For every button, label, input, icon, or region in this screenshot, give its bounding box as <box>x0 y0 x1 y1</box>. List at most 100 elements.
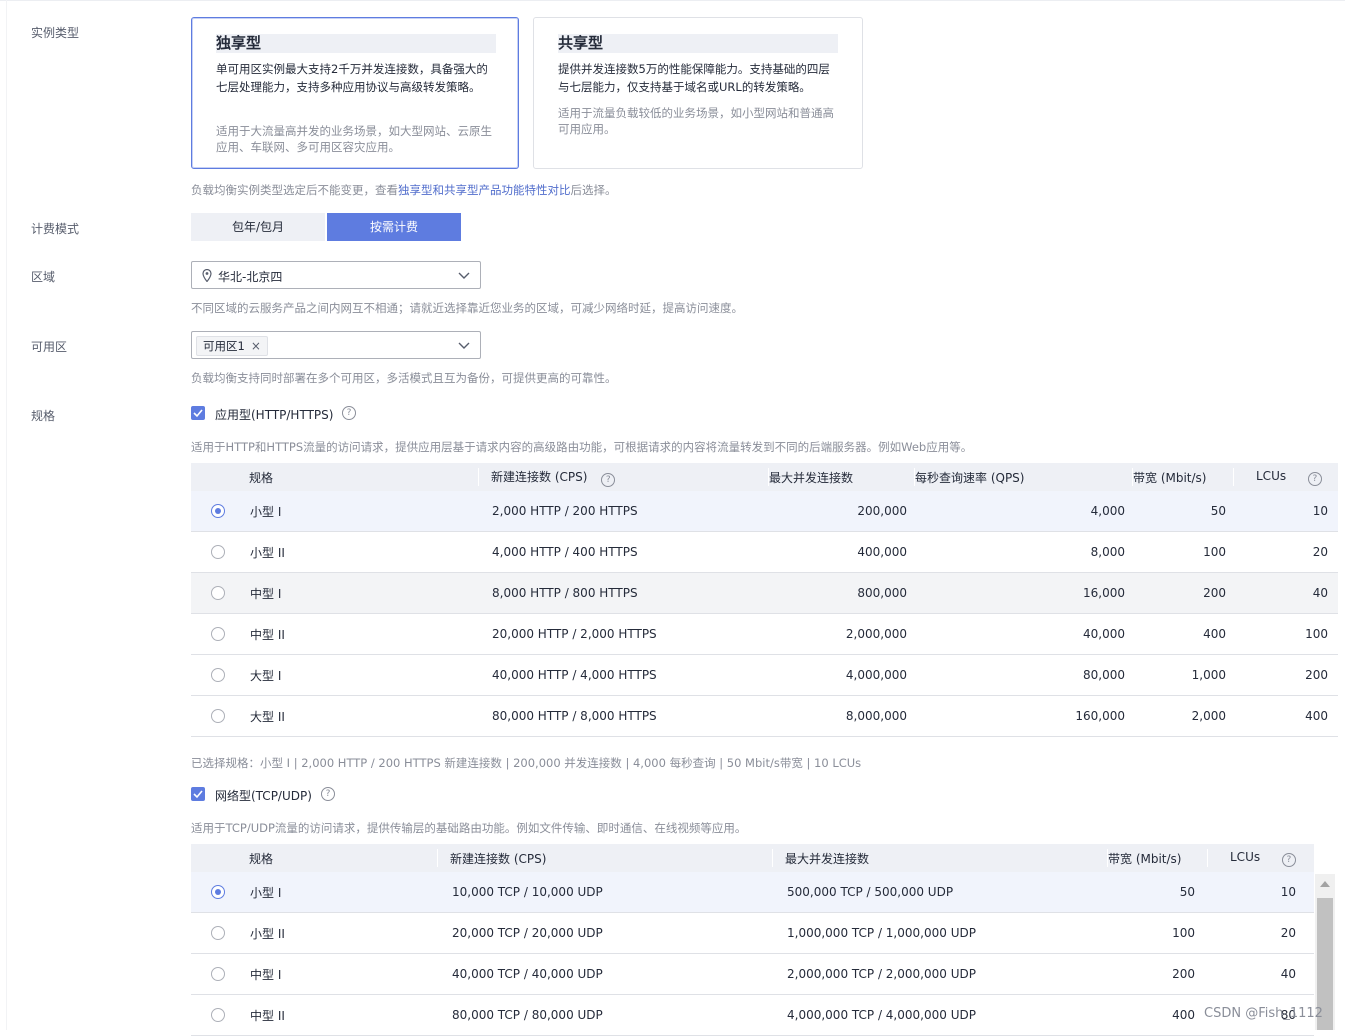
spec-name-cell: 大型 I <box>249 654 479 696</box>
table-row[interactable]: 中型 II 80,000 TCP / 80,000 UDP 4,000,000 TC… <box>191 994 1314 1036</box>
spec-radio[interactable] <box>211 709 225 724</box>
selected-spec-summary: 已选择规格：小型 I | 2,000 HTTP / 200 HTTPS 新建连接… <box>191 756 862 770</box>
net-spec-label: 网络型(TCP/UDP) <box>215 789 312 803</box>
close-icon[interactable]: × <box>251 339 261 353</box>
instance-type-hint: 负载均衡实例类型选定后不能变更，查看独享型和共享型产品功能特性对比后选择。 <box>191 182 617 198</box>
max-conn-cell: 2,000,000 <box>769 613 915 655</box>
card-desc: 提供并发连接数5万的性能保障能力。支持基础的四层与七层能力，仅支持基于域名或UR… <box>558 62 830 94</box>
bandwidth-cell: 1,000 <box>1133 654 1234 696</box>
app-spec-table: 规格 新建连接数 (CPS) ? 最大并发连接数 每秒查询速率 (QPS) 带宽… <box>191 463 1338 737</box>
table-header: 规格 <box>249 463 479 491</box>
spec-radio[interactable] <box>211 627 225 642</box>
check-icon <box>193 790 203 799</box>
qps-cell: 4,000 <box>915 491 1133 532</box>
table-row[interactable]: 小型 II 4,000 HTTP / 400 HTTPS 400,000 8,000 1… <box>191 531 1338 573</box>
cps-cell: 40,000 HTTP / 4,000 HTTPS <box>479 654 769 696</box>
table-row[interactable]: 中型 II 20,000 HTTP / 2,000 HTTPS 2,000,000 4… <box>191 613 1338 655</box>
table-header: LCUs ? <box>1234 463 1338 491</box>
header-label: 每秒查询速率 (QPS) <box>915 470 1025 485</box>
az-tag: 可用区1 × <box>196 336 268 356</box>
qps-cell: 8,000 <box>915 531 1133 573</box>
instance-card-dedicated[interactable]: 独享型 单可用区实例最大支持2千万并发连接数，具备强大的七层处理能力，支持多种应… <box>191 17 519 169</box>
max-conn-cell: 1,000,000 TCP / 1,000,000 UDP <box>773 912 1108 954</box>
table-row[interactable]: 小型 II 20,000 TCP / 20,000 UDP 1,000,000 TC… <box>191 912 1314 954</box>
row-radio-cell <box>191 572 249 614</box>
app-spec-desc: 适用于HTTP和HTTPS流量的访问请求，提供应用层基于请求内容的高级路由功能，… <box>191 440 973 454</box>
instance-card-shared[interactable]: 共享型 提供并发连接数5万的性能保障能力。支持基础的四层与七层能力，仅支持基于域… <box>533 17 863 169</box>
help-icon[interactable]: ? <box>601 473 616 487</box>
help-icon[interactable]: ? <box>342 406 356 420</box>
lcus-cell: 40 <box>1208 953 1314 995</box>
spec-radio[interactable] <box>211 926 225 941</box>
card-title: 独享型 <box>216 34 496 53</box>
region-hint: 不同区域的云服务产品之间内网互不相通；请就近选择靠近您业务的区域，可减少网络时延… <box>191 301 743 315</box>
lcus-cell: 10 <box>1208 872 1314 913</box>
billing-ondemand-button[interactable]: 按需计费 <box>327 213 461 241</box>
spec-name-cell: 小型 I <box>249 491 479 532</box>
qps-cell: 160,000 <box>915 695 1133 737</box>
header-label: 最大并发连接数 <box>785 851 870 866</box>
spec-radio[interactable] <box>211 668 225 683</box>
table-row[interactable]: 大型 I 40,000 HTTP / 4,000 HTTPS 4,000,000 80… <box>191 654 1338 696</box>
spec-name-cell: 大型 II <box>249 695 479 737</box>
billing-yearly-button[interactable]: 包年/包月 <box>191 213 325 241</box>
spec-name-cell: 中型 I <box>249 953 438 995</box>
bandwidth-cell: 200 <box>1108 953 1208 995</box>
max-conn-cell: 400,000 <box>769 531 915 573</box>
region-select[interactable]: 华北-北京四 <box>191 261 481 289</box>
header-label: 带宽 (Mbit/s) <box>1133 470 1207 485</box>
qps-cell: 40,000 <box>915 613 1133 655</box>
scroll-up-icon[interactable] <box>1320 881 1330 887</box>
spec-radio[interactable] <box>211 885 225 900</box>
cps-cell: 10,000 TCP / 10,000 UDP <box>438 872 773 913</box>
header-label: 规格 <box>249 851 274 866</box>
net-spec-table: 规格 新建连接数 (CPS) 最大并发连接数 带宽 (Mbit/s) LCUs … <box>191 844 1314 1036</box>
table-header-radio <box>191 463 249 491</box>
table-header: 新建连接数 (CPS) ? <box>479 463 769 491</box>
spec-radio[interactable] <box>211 967 225 982</box>
max-conn-cell: 4,000,000 TCP / 4,000,000 UDP <box>773 994 1108 1036</box>
table-header: 最大并发连接数 <box>769 463 915 491</box>
qps-cell: 16,000 <box>915 572 1133 614</box>
spec-name-cell: 小型 I <box>249 872 438 913</box>
row-radio-cell <box>191 953 249 995</box>
spec-name-cell: 小型 II <box>249 531 479 573</box>
row-radio-cell <box>191 531 249 573</box>
table-row[interactable]: 中型 I 8,000 HTTP / 800 HTTPS 800,000 16,000 2… <box>191 572 1338 614</box>
spec-radio[interactable] <box>211 586 225 601</box>
lcus-cell: 100 <box>1234 613 1338 655</box>
location-pin-icon <box>202 269 212 282</box>
spec-radio[interactable] <box>211 545 225 560</box>
chevron-down-icon <box>458 342 470 349</box>
header-label: LCUs <box>1230 850 1261 864</box>
lcus-cell: 400 <box>1234 695 1338 737</box>
az-select[interactable]: 可用区1 × <box>191 331 481 359</box>
table-header: 最大并发连接数 <box>773 844 1108 872</box>
table-row[interactable]: 小型 I 2,000 HTTP / 200 HTTPS 200,000 4,000 50… <box>191 491 1338 532</box>
help-icon[interactable]: ? <box>321 787 335 801</box>
net-spec-checkbox[interactable] <box>191 787 205 801</box>
spec-name-cell: 中型 II <box>249 994 438 1036</box>
region-label: 区域 <box>31 270 56 284</box>
top-divider <box>0 0 1345 1</box>
table-header: 每秒查询速率 (QPS) <box>915 463 1133 491</box>
table-row[interactable]: 大型 II 80,000 HTTP / 8,000 HTTPS 8,000,000 1… <box>191 695 1338 737</box>
header-label: 新建连接数 (CPS) <box>450 851 547 866</box>
table-row[interactable]: 中型 I 40,000 TCP / 40,000 UDP 2,000,000 TCP… <box>191 953 1314 995</box>
left-divider <box>6 0 7 1030</box>
compare-link[interactable]: 独享型和共享型产品功能特性对比 <box>398 183 571 197</box>
spec-radio[interactable] <box>211 1008 225 1023</box>
spec-name-cell: 小型 II <box>249 912 438 954</box>
max-conn-cell: 200,000 <box>769 491 915 532</box>
bandwidth-cell: 200 <box>1133 572 1234 614</box>
bandwidth-cell: 100 <box>1133 531 1234 573</box>
app-spec-checkbox[interactable] <box>191 406 205 420</box>
help-icon[interactable]: ? <box>1307 472 1322 486</box>
az-tag-label: 可用区1 <box>203 339 245 353</box>
table-row[interactable]: 小型 I 10,000 TCP / 10,000 UDP 500,000 TCP /… <box>191 872 1314 913</box>
row-radio-cell <box>191 912 249 954</box>
max-conn-cell: 8,000,000 <box>769 695 915 737</box>
spec-radio[interactable] <box>211 504 225 519</box>
table-header: 带宽 (Mbit/s) <box>1133 463 1234 491</box>
help-icon[interactable]: ? <box>1281 853 1296 867</box>
